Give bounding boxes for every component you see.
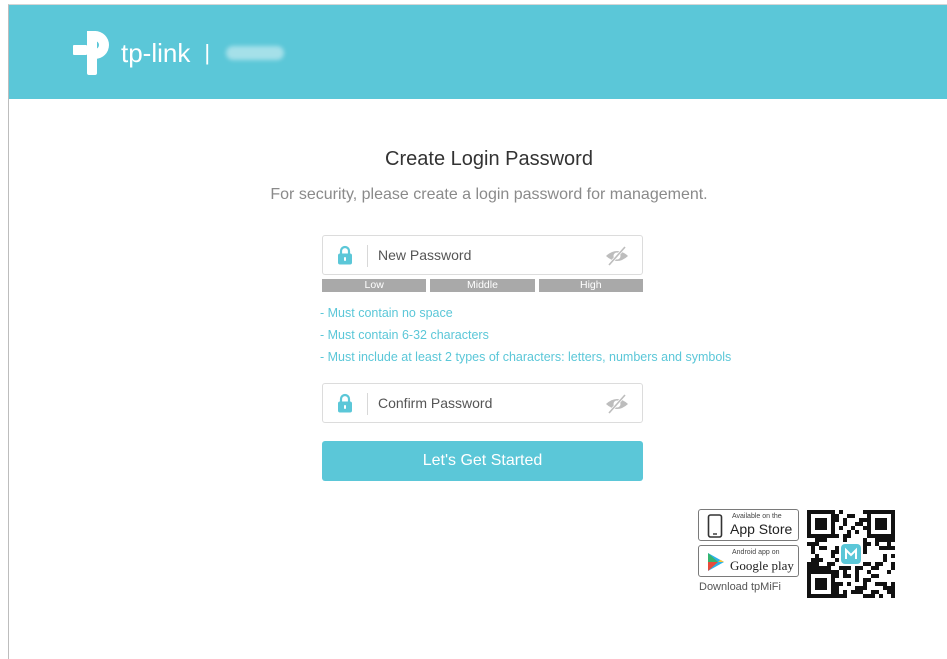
confirm-password-field[interactable] (322, 383, 643, 423)
field-divider (367, 393, 368, 415)
rule-length: - Must contain 6-32 characters (320, 328, 489, 342)
phone-icon (707, 514, 723, 538)
strength-high: High (538, 279, 643, 292)
google-play-badge[interactable]: Android app on Google play (698, 545, 799, 577)
new-password-field[interactable] (322, 235, 643, 275)
page-subtitle: For security, please create a login pass… (270, 186, 708, 203)
header-bar: tp-link | (9, 5, 947, 99)
password-strength-meter: Low Middle High (322, 279, 643, 292)
lock-icon (338, 245, 352, 265)
google-play-label: Google play (730, 558, 794, 573)
field-divider (367, 245, 368, 267)
app-store-badge[interactable]: Available on the App Store (698, 509, 799, 541)
new-password-input[interactable] (378, 236, 598, 274)
qr-code-icon (807, 510, 895, 598)
play-icon (708, 553, 724, 571)
rule-no-space: - Must contain no space (320, 306, 453, 320)
lets-get-started-button[interactable]: Let's Get Started (322, 441, 643, 481)
tp-link-logo-icon (73, 31, 109, 75)
strength-low: Low (322, 279, 427, 292)
app-store-caption: Available on the (732, 513, 782, 520)
model-name-redacted (226, 46, 285, 60)
download-app-label: Download tpMiFi (699, 581, 781, 593)
brand-name: tp-link (121, 37, 191, 68)
app-store-label: App Store (730, 521, 793, 537)
password-rules: - Must contain no space - Must contain 6… (320, 305, 731, 371)
lock-icon (338, 393, 352, 413)
eye-hidden-icon[interactable] (604, 246, 630, 266)
strength-middle: Middle (430, 279, 535, 292)
brand-logo[interactable]: tp-link | (67, 27, 285, 79)
rule-char-types: - Must include at least 2 types of chara… (320, 350, 732, 364)
eye-hidden-icon[interactable] (604, 394, 630, 414)
brand-separator: | (204, 40, 211, 65)
page-title: Create Login Password (385, 148, 593, 170)
google-play-caption: Android app on (732, 549, 780, 556)
confirm-password-input[interactable] (378, 384, 598, 422)
browser-viewport: tp-link | Create Login Password For secu… (8, 4, 947, 659)
